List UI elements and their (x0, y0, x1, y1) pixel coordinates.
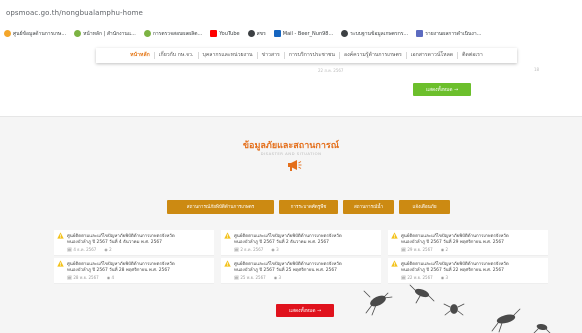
card-date: 2 ธ.ค. 2567 (240, 247, 264, 252)
card-date: 28 พ.ย. 2567 (73, 275, 99, 280)
card-date: 4 ธ.ค. 2567 (73, 247, 97, 252)
card-views: 2 (109, 247, 112, 252)
bookmark-favicon-icon (247, 30, 255, 37)
card-views: 4 (111, 275, 115, 280)
card-title-line2: หนองบัวลำภู ปี 2567 วันที่ 22 พฤศจิกายน … (401, 268, 504, 273)
category-disaster-button[interactable]: สถานการณ์ภัยพิบัติด้านการเกษตร (167, 200, 274, 214)
card-views: 2 (445, 247, 449, 252)
faint-date: 22 ส.ค. 2567 (318, 68, 344, 73)
bookmark-7[interactable]: รายงานผลการดำเนินงา... (416, 30, 481, 38)
card-meta: 🗓 29 พ.ย. 2567 ◉ 2 (401, 247, 449, 252)
category-pest-button[interactable]: การระบาดศัตรูพืช (279, 200, 338, 214)
nav-item-knowledge[interactable]: องค์ความรู้ด้านการเกษตร (340, 52, 407, 59)
bookmark-favicon-icon (4, 30, 11, 37)
card-title-line2: หนองบัวลำภู ปี 2567 วันที่ 4 ธันวาคม พ.ศ… (67, 240, 162, 245)
card-title-line2: หนองบัวลำภู ปี 2567 วันที่ 2 ธันวาคม พ.ศ… (234, 240, 329, 245)
bookmark-label: สขร (256, 30, 266, 37)
card-meta: 🗓 25 พ.ย. 2567 ◉ 3 (234, 275, 282, 280)
mail-icon (273, 30, 281, 37)
bookmark-favicon-icon (341, 30, 349, 37)
warning-triangle-icon (391, 260, 398, 267)
card-date: 29 พ.ย. 2567 (407, 247, 433, 252)
bookmark-favicon-icon (74, 30, 82, 37)
bookmark-label: YouTube (219, 30, 240, 37)
category-water-button[interactable]: สถานการณ์น้ำ (343, 200, 394, 214)
warning-triangle-icon (224, 260, 231, 267)
bookmark-1[interactable]: หน้าหลัก | สำนักงานแ... (74, 30, 136, 38)
disaster-section: ข้อมูลภัยและสถานการณ์ DISASTER AND SITUA… (0, 117, 582, 333)
bookmark-4[interactable]: สขร (247, 30, 266, 38)
bookmark-mail[interactable]: Mail - Beer_Nun98... (273, 30, 334, 37)
faint-views: 18 (534, 67, 540, 72)
situation-card[interactable]: ศูนย์ติดตามและแก้ไขปัญหาภัยพิบัติด้านการ… (54, 230, 214, 256)
situation-card[interactable]: ศูนย์ติดตามและแก้ไขปัญหาภัยพิบัติด้านการ… (221, 230, 381, 256)
card-views: 3 (276, 247, 279, 252)
address-bar[interactable]: opsmoac.go.th/nongbualamphu-home (0, 0, 582, 24)
warning-triangle-icon (224, 232, 231, 239)
category-buttons: สถานการณ์ภัยพิบัติด้านการเกษตร การระบาดศ… (167, 200, 450, 214)
card-views: 3 (278, 275, 282, 280)
warning-triangle-icon (391, 232, 398, 239)
youtube-icon (210, 30, 218, 37)
show-all-news-button[interactable]: แสดงทั้งหมด → (413, 83, 471, 96)
nav-item-downloads[interactable]: เอกสารดาวน์โหลด (407, 52, 459, 59)
warning-triangle-icon (57, 260, 64, 267)
card-title-line2: หนองบัวลำภู ปี 2567 วันที่ 25 พฤศจิกายน … (234, 268, 337, 273)
nav-item-news[interactable]: ข่าวสาร (258, 52, 285, 59)
card-meta: 🗓 28 พ.ย. 2567 ◉ 4 (67, 275, 115, 280)
nav-item-staff[interactable]: บุคลากรและหน่วยงาน (199, 52, 258, 59)
insects-decoration-icon (363, 284, 551, 333)
bookmarks-bar: ศูนย์ข้อมูลด้านการเกษ... หน้าหลัก | สำนั… (0, 26, 582, 41)
megaphone-icon (288, 160, 302, 171)
nav-item-about[interactable]: เกี่ยวกับ กษ.จว. (155, 52, 199, 59)
situation-card[interactable]: ศูนย์ติดตามและแก้ไขปัญหาภัยพิบัติด้านการ… (388, 230, 548, 256)
show-all-situations-button[interactable]: แสดงทั้งหมด → (276, 304, 334, 317)
bookmark-label: ระบบฐานข้อมูลเกษตรกร... (350, 30, 409, 37)
category-alert-button[interactable]: แจ้งเตือนภัย (399, 200, 450, 214)
bookmark-0[interactable]: ศูนย์ข้อมูลด้านการเกษ... (4, 30, 66, 38)
section-title: ข้อมูลภัยและสถานการณ์ (242, 141, 340, 151)
card-title-line2: หนองบัวลำภู ปี 2567 วันที่ 28 พฤศจิกายน … (67, 268, 170, 273)
bookmark-label: หน้าหลัก | สำนักงานแ... (83, 30, 136, 37)
bookmark-favicon-icon (143, 30, 151, 37)
situation-card[interactable]: ศูนย์ติดตามและแก้ไขปัญหาภัยพิบัติด้านการ… (54, 258, 214, 284)
card-meta: 🗓 2 ธ.ค. 2567 ◉ 3 (234, 247, 279, 252)
section-subtitle: DISASTER AND SITUATION (260, 151, 322, 156)
bookmark-label: การตรวจสอบผลผลิต... (152, 30, 203, 37)
nav-item-home[interactable]: หน้าหลัก (126, 52, 155, 59)
bookmark-6[interactable]: ระบบฐานข้อมูลเกษตรกร... (341, 30, 408, 38)
bookmark-youtube[interactable]: YouTube (210, 30, 240, 37)
bookmark-label: Mail - Beer_Nun98... (282, 30, 334, 37)
main-nav: หน้าหลัก เกี่ยวกับ กษ.จว. บุคลากรและหน่ว… (96, 48, 517, 63)
bookmark-label: ศูนย์ข้อมูลด้านการเกษ... (13, 30, 67, 37)
card-title-line2: หนองบัวลำภู ปี 2567 วันที่ 29 พฤศจิกายน … (401, 240, 504, 245)
page-content: หน้าหลัก เกี่ยวกับ กษ.จว. บุคลากรและหน่ว… (0, 42, 582, 333)
bookmark-label: รายงานผลการดำเนินงา... (425, 30, 482, 37)
card-meta: 🗓 4 ธ.ค. 2567 ◉ 2 (67, 247, 112, 252)
nav-item-contact[interactable]: ติดต่อเรา (458, 52, 487, 59)
bookmark-2[interactable]: การตรวจสอบผลผลิต... (143, 30, 203, 38)
card-date: 25 พ.ย. 2567 (240, 275, 266, 280)
bookmark-favicon-icon (416, 30, 424, 37)
warning-triangle-icon (57, 232, 64, 239)
nav-item-services[interactable]: การบริการประชาชน (285, 52, 340, 59)
url-text[interactable]: opsmoac.go.th/nongbualamphu-home (6, 9, 143, 17)
